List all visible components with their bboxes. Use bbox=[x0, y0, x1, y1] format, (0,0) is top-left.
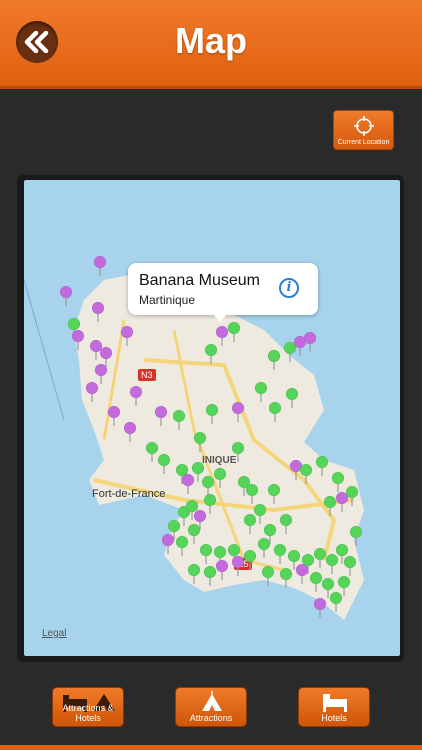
attraction-pin[interactable] bbox=[261, 565, 275, 586]
attraction-pin[interactable] bbox=[283, 341, 297, 362]
footer-button-attractions-hotels[interactable]: Attractions & Hotels bbox=[52, 687, 124, 727]
attraction-pin[interactable] bbox=[187, 523, 201, 544]
header-bar: Map bbox=[0, 0, 422, 89]
attraction-pin[interactable] bbox=[267, 349, 281, 370]
map-callout[interactable]: Banana Museum Martinique i bbox=[128, 263, 318, 315]
attraction-pin[interactable] bbox=[313, 547, 327, 568]
attraction-pin[interactable] bbox=[203, 565, 217, 586]
footer-label-attractions: Attractions bbox=[189, 713, 233, 723]
attraction-pin[interactable] bbox=[279, 513, 293, 534]
hotel-pin[interactable] bbox=[71, 329, 85, 350]
attraction-pin[interactable] bbox=[199, 543, 213, 564]
attraction-pin[interactable] bbox=[213, 467, 227, 488]
callout-pointer bbox=[212, 313, 228, 322]
hotel-pin[interactable] bbox=[215, 325, 229, 346]
attraction-pin[interactable] bbox=[309, 571, 323, 592]
attraction-pin[interactable] bbox=[145, 441, 159, 462]
callout-title: Banana Museum bbox=[139, 272, 260, 289]
callout-subtitle: Martinique bbox=[139, 293, 196, 307]
attraction-pin[interactable] bbox=[172, 409, 186, 430]
attraction-pin[interactable] bbox=[157, 453, 171, 474]
tent-icon bbox=[202, 691, 222, 711]
attraction-pin[interactable] bbox=[175, 535, 189, 556]
attraction-pin[interactable] bbox=[201, 475, 215, 496]
hotel-pin[interactable] bbox=[59, 285, 73, 306]
attraction-pin[interactable] bbox=[337, 575, 351, 596]
crosshair-icon bbox=[354, 116, 374, 136]
footer-button-attractions[interactable]: Attractions bbox=[175, 687, 247, 727]
info-icon[interactable]: i bbox=[279, 278, 299, 298]
attraction-pin[interactable] bbox=[279, 567, 293, 588]
hotel-pin[interactable] bbox=[231, 555, 245, 576]
hotel-pin[interactable] bbox=[120, 325, 134, 346]
hotel-pin[interactable] bbox=[123, 421, 137, 442]
map-pins-layer bbox=[59, 255, 363, 618]
attraction-pin[interactable] bbox=[325, 553, 339, 574]
current-location-button[interactable]: Current Location bbox=[333, 110, 394, 150]
attraction-pin[interactable] bbox=[231, 441, 245, 462]
attraction-pin[interactable] bbox=[193, 431, 207, 452]
hotel-pin[interactable] bbox=[93, 255, 107, 276]
attraction-pin[interactable] bbox=[315, 455, 329, 476]
hotel-pin[interactable] bbox=[91, 301, 105, 322]
footer-button-hotels[interactable]: Hotels bbox=[298, 687, 370, 727]
attraction-pin[interactable] bbox=[227, 321, 241, 342]
bed-icon bbox=[323, 694, 347, 712]
attraction-pin[interactable] bbox=[205, 403, 219, 424]
attraction-pin[interactable] bbox=[345, 485, 359, 506]
hotel-pin[interactable] bbox=[129, 385, 143, 406]
attraction-pin[interactable] bbox=[323, 495, 337, 516]
hotel-pin[interactable] bbox=[313, 597, 327, 618]
map-view[interactable]: Fort-de-France INIQUE N3 N5 Legal bbox=[24, 180, 400, 656]
hotel-pin[interactable] bbox=[94, 363, 108, 384]
footer-label-hotels: Hotels bbox=[321, 713, 347, 723]
attraction-pin[interactable] bbox=[299, 463, 313, 484]
attraction-pin[interactable] bbox=[273, 543, 287, 564]
attraction-pin[interactable] bbox=[204, 343, 218, 364]
attraction-pin[interactable] bbox=[349, 525, 363, 546]
attraction-pin[interactable] bbox=[243, 513, 257, 534]
attraction-pin[interactable] bbox=[254, 381, 268, 402]
current-location-label: Current Location bbox=[337, 139, 390, 146]
hotel-pin[interactable] bbox=[295, 563, 309, 584]
attraction-pin[interactable] bbox=[331, 471, 345, 492]
attraction-pin[interactable] bbox=[268, 401, 282, 422]
attraction-pin[interactable] bbox=[267, 483, 281, 504]
attraction-pin[interactable] bbox=[329, 591, 343, 612]
hotel-pin[interactable] bbox=[161, 533, 175, 554]
attraction-pin[interactable] bbox=[343, 555, 357, 576]
bottom-accent-bar bbox=[0, 745, 422, 750]
footer-label-attractions-hotels: Attractions & Hotels bbox=[62, 703, 114, 723]
hotel-pin[interactable] bbox=[107, 405, 121, 426]
hotel-pin[interactable] bbox=[335, 491, 349, 512]
hotel-pin[interactable] bbox=[231, 401, 245, 422]
hotel-pin[interactable] bbox=[85, 381, 99, 402]
hotel-pin[interactable] bbox=[303, 331, 317, 352]
page-title: Map bbox=[175, 20, 247, 61]
attraction-pin[interactable] bbox=[245, 483, 259, 504]
attraction-pin[interactable] bbox=[203, 493, 217, 514]
attraction-pin[interactable] bbox=[285, 387, 299, 408]
hotel-pin[interactable] bbox=[181, 473, 195, 494]
attraction-pin[interactable] bbox=[243, 549, 257, 570]
attraction-pin[interactable] bbox=[257, 537, 271, 558]
hotel-pin[interactable] bbox=[215, 559, 229, 580]
hotel-pin[interactable] bbox=[154, 405, 168, 426]
hotel-pin[interactable] bbox=[89, 339, 103, 360]
attraction-pin[interactable] bbox=[187, 563, 201, 584]
